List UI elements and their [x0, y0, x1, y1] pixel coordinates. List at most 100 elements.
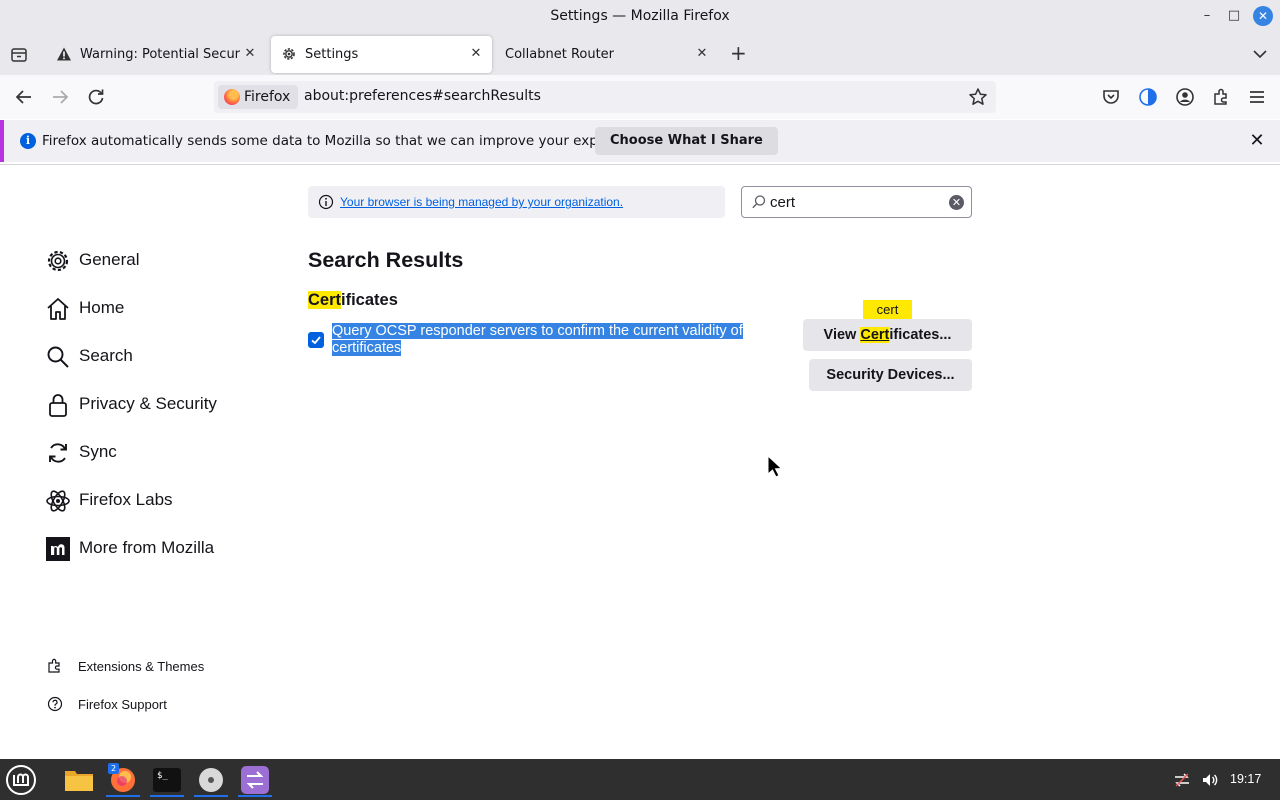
pocket-icon[interactable] — [1101, 87, 1121, 107]
ocsp-checkbox-label[interactable]: Query OCSP responder servers to confirm … — [332, 323, 772, 357]
checkmark-icon — [311, 336, 321, 345]
content-divider — [0, 164, 1280, 165]
sidebar-item-label: Firefox Labs — [79, 490, 173, 509]
tab-bar: Warning: Potential Security Risk Ahead ✕… — [0, 33, 1280, 75]
account-icon[interactable] — [1175, 87, 1195, 107]
mouse-cursor-icon — [767, 455, 783, 478]
extensions-themes-link[interactable]: Extensions & Themes — [47, 655, 227, 679]
choose-what-i-share-button[interactable]: Choose What I Share — [595, 127, 778, 155]
taskbar: 2 $_ 19:17 — [0, 759, 1280, 800]
window-title: Settings — Mozilla Firefox — [550, 8, 730, 24]
view-certificates-pre: View — [823, 327, 861, 343]
url-text[interactable]: about:preferences#searchResults — [304, 88, 541, 104]
active-indicator — [106, 795, 140, 797]
sidebar-item-privacy-security[interactable]: Privacy & Security — [45, 387, 285, 421]
clock[interactable]: 19:17 — [1230, 772, 1261, 786]
tab-collabnet-router[interactable]: Collabnet Router ✕ — [496, 36, 718, 73]
sidebar-item-more-from-mozilla[interactable]: More from Mozilla — [45, 531, 285, 565]
settings-search-box[interactable]: ✕ — [741, 186, 972, 218]
files-folder-icon[interactable] — [62, 763, 96, 797]
terminal-icon: $_ — [153, 768, 181, 792]
tab-security-warning[interactable]: Warning: Potential Security Risk Ahead ✕ — [46, 36, 266, 73]
active-indicator — [238, 795, 272, 797]
info-icon — [318, 194, 334, 210]
tab-label: Collabnet Router — [505, 47, 615, 62]
sync-icon — [49, 443, 67, 463]
tab-label: Settings — [305, 47, 359, 62]
firefox-logo-icon — [224, 89, 240, 105]
volume-icon[interactable] — [1201, 771, 1219, 789]
identity-box[interactable]: Firefox — [218, 85, 299, 109]
bookmark-star-icon[interactable] — [968, 87, 988, 107]
taskbar-terminal[interactable]: $_ — [150, 763, 184, 797]
maximize-button[interactable]: □ — [1224, 6, 1244, 26]
firefox-support-link[interactable]: Firefox Support — [47, 693, 207, 717]
sidebar-item-sync[interactable]: Sync — [45, 435, 285, 469]
security-devices-button[interactable]: Security Devices... — [809, 359, 972, 391]
hamburger-menu-icon[interactable] — [1247, 87, 1267, 107]
ocsp-checkbox[interactable] — [308, 332, 324, 348]
sidebar-item-label: Privacy & Security — [79, 394, 217, 413]
taskbar-app[interactable] — [238, 763, 272, 797]
active-indicator — [150, 795, 184, 797]
taskbar-firefox[interactable]: 2 — [106, 763, 140, 797]
navigation-toolbar: Firefox about:preferences#searchResults — [0, 75, 1280, 119]
sidebar-item-label: More from Mozilla — [79, 538, 215, 557]
home-icon — [47, 298, 69, 320]
contrast-icon[interactable] — [1138, 87, 1158, 107]
window-titlebar: Settings — Mozilla Firefox – □ ✕ — [0, 0, 1280, 33]
firefox-view-icon[interactable] — [10, 46, 28, 64]
forward-icon[interactable] — [50, 87, 70, 107]
address-bar[interactable]: Firefox about:preferences#searchResults — [214, 81, 996, 113]
tab-settings[interactable]: Settings ✕ — [271, 36, 492, 73]
sidebar-item-firefox-labs[interactable]: Firefox Labs — [45, 483, 285, 517]
certificates-section-title: Certificates — [308, 291, 398, 310]
close-window-button[interactable]: ✕ — [1253, 6, 1273, 26]
taskbar-media[interactable] — [194, 763, 228, 797]
sidebar-item-label: Sync — [79, 442, 117, 461]
section-title-rest: ificates — [341, 291, 398, 309]
transfer-app-icon — [241, 766, 269, 794]
new-tab-button[interactable]: + — [730, 43, 747, 63]
search-highlight: Cert — [308, 291, 342, 309]
extensions-themes-label: Extensions & Themes — [78, 659, 205, 674]
sidebar-item-home[interactable]: Home — [45, 291, 285, 325]
sidebar-item-label: Search — [79, 346, 133, 365]
sidebar-item-general[interactable]: General — [45, 243, 285, 277]
view-certificates-post: ificates... — [889, 327, 952, 343]
minimize-button[interactable]: – — [1197, 6, 1217, 26]
telemetry-notification-bar: i Firefox automatically sends some data … — [0, 120, 1280, 162]
close-tab-icon[interactable]: ✕ — [468, 46, 484, 62]
firefox-support-label: Firefox Support — [78, 697, 167, 712]
managed-policy-banner: Your browser is being managed by your or… — [308, 186, 725, 218]
labs-icon — [46, 490, 70, 512]
close-notification-icon[interactable]: ✕ — [1247, 131, 1267, 151]
warning-icon — [57, 47, 71, 61]
disc-icon — [199, 768, 223, 792]
puzzle-icon — [48, 658, 60, 673]
active-indicator — [194, 795, 228, 797]
clear-search-icon[interactable]: ✕ — [949, 195, 964, 210]
ocsp-label-text: Query OCSP responder servers to confirm … — [332, 323, 743, 356]
sidebar-item-label: General — [79, 250, 140, 269]
close-tab-icon[interactable]: ✕ — [242, 46, 258, 62]
gear-icon — [283, 48, 295, 60]
network-icon[interactable] — [1173, 771, 1191, 789]
reload-icon[interactable] — [86, 87, 106, 107]
sidebar-item-search[interactable]: Search — [45, 339, 285, 373]
window-count-badge: 2 — [108, 763, 119, 774]
lock-icon — [49, 394, 67, 417]
view-certificates-button[interactable]: View Certificates... — [803, 319, 972, 351]
tab-label: Warning: Potential Security Risk Ahead — [80, 47, 240, 62]
close-tab-icon[interactable]: ✕ — [694, 46, 710, 62]
mint-menu-icon[interactable] — [4, 763, 38, 797]
info-icon: i — [20, 133, 36, 149]
help-icon — [47, 696, 63, 712]
back-icon[interactable] — [14, 87, 34, 107]
chevron-down-icon[interactable] — [1251, 45, 1269, 63]
settings-search-input[interactable] — [770, 191, 940, 213]
sidebar-item-label: Home — [79, 298, 125, 317]
managed-policy-link[interactable]: Your browser is being managed by your or… — [340, 195, 623, 209]
search-icon — [47, 346, 69, 368]
extensions-icon[interactable] — [1211, 87, 1231, 107]
